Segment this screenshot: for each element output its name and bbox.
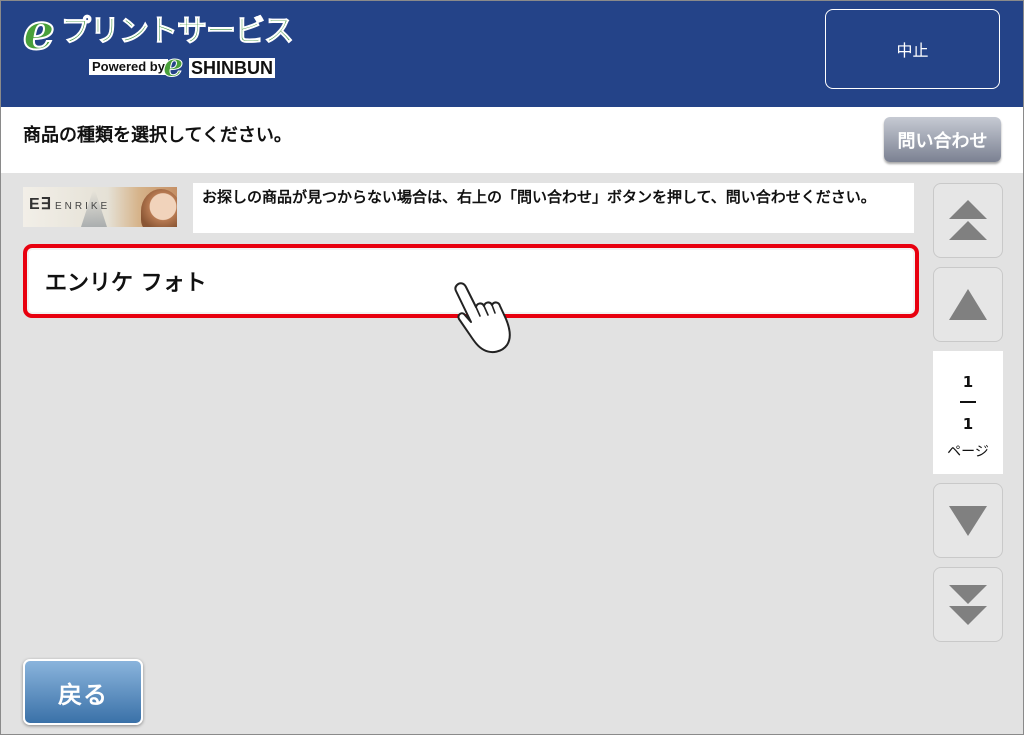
page-divider <box>960 401 976 403</box>
logo-powered-by: Powered by <box>89 59 168 75</box>
next-page-button[interactable] <box>933 483 1003 558</box>
double-up-arrow-icon <box>949 199 987 240</box>
instruction-text: 商品の種類を選択してください。 <box>23 125 292 146</box>
enrike-brand-text: ENRIKE <box>55 201 111 212</box>
enrike-logo-mark: E∃ <box>29 196 52 213</box>
logo-title: プリントサービス <box>61 14 295 49</box>
header-bar: e プリントサービス Powered by e SHINBUN 中止 <box>1 1 1023 107</box>
logo-brand: SHINBUN <box>189 58 276 78</box>
back-button[interactable]: 戻る <box>23 659 143 725</box>
current-page: 1 <box>962 373 974 391</box>
pointing-hand-icon <box>454 282 511 354</box>
up-arrow-icon <box>949 288 987 320</box>
page-unit-label: ページ <box>947 444 989 460</box>
down-arrow-icon <box>949 505 987 536</box>
total-pages: 1 <box>962 415 974 433</box>
eprint-service-logo: e プリントサービス Powered by e SHINBUN <box>22 6 294 84</box>
inquiry-button[interactable]: 問い合わせ <box>884 117 1001 162</box>
logo-e-mark: e <box>22 2 56 61</box>
notice-text: お探しの商品が見つからない場合は、右上の「問い合わせ」ボタンを押して、問い合わせ… <box>193 183 914 233</box>
page-indicator: 1 1 ページ <box>933 351 1003 474</box>
double-down-arrow-icon <box>949 584 987 625</box>
app-window: e プリントサービス Powered by e SHINBUN 中止 商品の種類… <box>0 0 1024 735</box>
enrike-banner-image: E∃ ENRIKE <box>23 187 177 227</box>
prev-page-button[interactable] <box>933 267 1003 342</box>
last-page-button[interactable] <box>933 567 1003 642</box>
instruction-bar: 商品の種類を選択してください。 問い合わせ <box>1 107 1023 173</box>
model-photo <box>141 189 177 227</box>
cancel-button[interactable]: 中止 <box>825 9 1000 89</box>
first-page-button[interactable] <box>933 183 1003 258</box>
logo-e-mark-small: e <box>162 46 184 84</box>
